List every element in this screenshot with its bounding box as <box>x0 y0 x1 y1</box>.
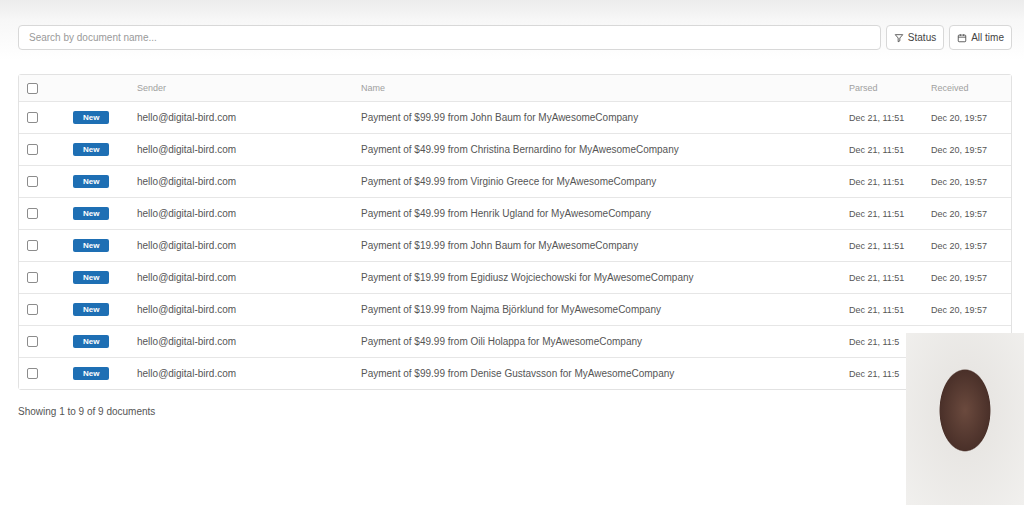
status-badge: New <box>73 175 109 188</box>
table-row[interactable]: New hello@digital-bird.comPayment of $49.… <box>19 326 1011 358</box>
row-checkbox[interactable] <box>27 112 38 123</box>
name-cell: Payment of $99.99 from John Baum for MyA… <box>361 112 849 123</box>
status-badge: New <box>73 303 109 316</box>
sender-cell: hello@digital-bird.com <box>137 368 361 379</box>
column-header: Name <box>361 83 849 93</box>
sender-cell: hello@digital-bird.com <box>137 112 361 123</box>
table-row[interactable]: New hello@digital-bird.comPayment of $49.… <box>19 134 1011 166</box>
date-range-button[interactable]: All time <box>949 25 1012 50</box>
column-header: Parsed <box>849 83 931 93</box>
status-button[interactable]: Status <box>886 25 944 50</box>
status-badge: New <box>73 367 109 380</box>
received-cell: Dec 20, 19:57 <box>931 273 1011 283</box>
parsed-cell: Dec 21, 11:51 <box>849 145 931 155</box>
pagination-summary: Showing 1 to 9 of 9 documents <box>18 406 1012 417</box>
table-row[interactable]: New hello@digital-bird.comPayment of $99.… <box>19 102 1011 134</box>
received-cell: Dec 20, 19:57 <box>931 305 1011 315</box>
table-row[interactable]: New hello@digital-bird.comPayment of $49.… <box>19 166 1011 198</box>
status-badge: New <box>73 111 109 124</box>
name-cell: Payment of $99.99 from Denise Gustavsson… <box>361 368 849 379</box>
sender-cell: hello@digital-bird.com <box>137 144 361 155</box>
row-checkbox[interactable] <box>27 176 38 187</box>
status-badge: New <box>73 143 109 156</box>
documents-page: StatusAll timeSenderNameParsedReceivedNe… <box>0 0 1024 505</box>
parsed-cell: Dec 21, 11:51 <box>849 241 931 251</box>
parsed-cell: Dec 21, 11:51 <box>849 305 931 315</box>
table-row[interactable]: New hello@digital-bird.comPayment of $19.… <box>19 230 1011 262</box>
status-badge: New <box>73 335 109 348</box>
parsed-cell: Dec 21, 11:51 <box>849 177 931 187</box>
name-cell: Payment of $19.99 from John Baum for MyA… <box>361 240 849 251</box>
table-row[interactable]: New hello@digital-bird.comPayment of $99.… <box>19 358 1011 389</box>
toolbar: StatusAll time <box>18 25 1012 50</box>
status-badge: New <box>73 271 109 284</box>
search-field[interactable] <box>18 25 881 50</box>
column-header: Received <box>931 83 1011 93</box>
row-checkbox[interactable] <box>27 208 38 219</box>
parsed-cell: Dec 21, 11:51 <box>849 209 931 219</box>
row-checkbox[interactable] <box>27 272 38 283</box>
name-cell: Payment of $19.99 from Egidiusz Wojciech… <box>361 272 849 283</box>
name-cell: Payment of $49.99 from Christina Bernard… <box>361 144 849 155</box>
status-badge: New <box>73 207 109 220</box>
column-header: Sender <box>137 83 361 93</box>
received-cell: Dec 20, 19:57 <box>931 113 1011 123</box>
status-badge: New <box>73 239 109 252</box>
sender-cell: hello@digital-bird.com <box>137 240 361 251</box>
received-cell: Dec 20, 19:57 <box>931 145 1011 155</box>
row-checkbox[interactable] <box>27 240 38 251</box>
received-cell: Dec 20, 19:57 <box>931 177 1011 187</box>
table-row[interactable]: New hello@digital-bird.comPayment of $19.… <box>19 294 1011 326</box>
row-checkbox[interactable] <box>27 368 38 379</box>
parsed-cell: Dec 21, 11:51 <box>849 273 931 283</box>
sender-cell: hello@digital-bird.com <box>137 272 361 283</box>
documents-table: SenderNameParsedReceived New hello@digital… <box>18 74 1012 390</box>
parsed-cell: Dec 21, 11:51 <box>849 113 931 123</box>
name-cell: Payment of $49.99 from Henrik Ugland for… <box>361 208 849 219</box>
name-cell: Payment of $19.99 from Najma Björklund f… <box>361 304 849 315</box>
select-all-checkbox[interactable] <box>27 83 38 94</box>
sender-cell: hello@digital-bird.com <box>137 208 361 219</box>
webcam-video <box>906 333 1024 505</box>
table-row[interactable]: New hello@digital-bird.comPayment of $49.… <box>19 198 1011 230</box>
sender-cell: hello@digital-bird.com <box>137 304 361 315</box>
row-checkbox[interactable] <box>27 144 38 155</box>
row-checkbox[interactable] <box>27 336 38 347</box>
received-cell: Dec 20, 19:57 <box>931 209 1011 219</box>
calendar-icon <box>957 33 967 43</box>
name-cell: Payment of $49.99 from Oili Holappa for … <box>361 336 849 347</box>
name-cell: Payment of $49.99 from Virginio Greece f… <box>361 176 849 187</box>
table-header: SenderNameParsedReceived <box>19 75 1011 102</box>
row-checkbox[interactable] <box>27 304 38 315</box>
sender-cell: hello@digital-bird.com <box>137 336 361 347</box>
table-row[interactable]: New hello@digital-bird.comPayment of $19.… <box>19 262 1011 294</box>
sender-cell: hello@digital-bird.com <box>137 176 361 187</box>
received-cell: Dec 20, 19:57 <box>931 241 1011 251</box>
filter-icon <box>894 33 904 43</box>
